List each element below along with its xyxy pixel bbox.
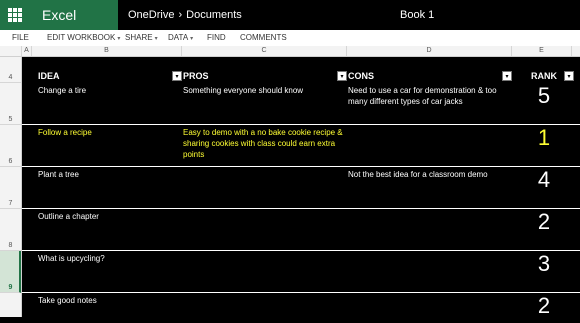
menu-share[interactable]: SHARE ▾ — [125, 30, 158, 47]
cell-rank[interactable]: 2 — [524, 295, 564, 317]
filter-dropdown-icon[interactable]: ▾ — [502, 71, 512, 81]
row-number: 8 — [8, 242, 13, 249]
menu-find[interactable]: FIND — [207, 30, 226, 46]
row-header-4[interactable]: 4 — [0, 57, 21, 83]
top-bar: Excel Online OneDrive ›Documents Book 1 — [0, 0, 580, 53]
table-row[interactable]: Take good notes 2 — [22, 293, 580, 323]
column-header-b[interactable]: B — [32, 46, 182, 56]
row-header-9[interactable]: 9 — [0, 251, 21, 293]
menu-edit-workbook[interactable]: EDIT WORKBOOK ▾ — [47, 30, 120, 47]
table-header-row: IDEA ▾ PROS ▾ CONS ▾ RANK ▾ — [22, 70, 580, 82]
column-header-e[interactable]: E — [512, 46, 572, 56]
cell-rank[interactable]: 4 — [524, 169, 564, 191]
cell-pros[interactable]: Something everyone should know — [183, 85, 343, 96]
column-header-d[interactable]: D — [347, 46, 512, 56]
row-headers: 4 5 6 7 8 9 — [0, 57, 22, 317]
cell-idea[interactable]: Change a tire — [38, 85, 178, 96]
filter-dropdown-icon[interactable]: ▾ — [337, 71, 347, 81]
row-header-6[interactable]: 6 — [0, 125, 21, 167]
menu-edit-workbook-label: EDIT WORKBOOK — [47, 33, 116, 42]
header-pros: PROS — [183, 71, 209, 81]
cell-pros[interactable]: Easy to demo with a no bake cookie recip… — [183, 127, 343, 160]
breadcrumb-onedrive[interactable]: OneDrive — [128, 9, 174, 21]
cell-rank[interactable]: 1 — [524, 127, 564, 149]
table-row[interactable]: Follow a recipe Easy to demo with a no ba… — [22, 125, 580, 167]
row-header-8[interactable]: 8 — [0, 209, 21, 251]
cell-idea[interactable]: Follow a recipe — [38, 127, 178, 138]
cell-rank[interactable]: 2 — [524, 211, 564, 233]
menu-file-label: FILE — [12, 33, 29, 42]
row-number: 4 — [8, 74, 13, 81]
filter-dropdown-icon[interactable]: ▾ — [564, 71, 574, 81]
table-row[interactable]: What is upcycling? 3 — [22, 251, 580, 293]
row-number: 6 — [8, 158, 13, 165]
cell-idea[interactable]: Outline a chapter — [38, 211, 178, 222]
cell-rank[interactable]: 5 — [524, 85, 564, 107]
breadcrumb-separator: › — [178, 9, 183, 21]
document-title[interactable]: Book 1 — [400, 0, 434, 30]
cell-rank[interactable]: 3 — [524, 253, 564, 275]
cell-idea[interactable]: Plant a tree — [38, 169, 178, 180]
filter-dropdown-icon[interactable]: ▾ — [172, 71, 182, 81]
spreadsheet-grid[interactable]: IDEA ▾ PROS ▾ CONS ▾ RANK ▾ Change a tir… — [22, 57, 580, 317]
column-headers: A B C D E — [0, 46, 580, 57]
column-header-c[interactable]: C — [182, 46, 347, 56]
row-number: 9 — [8, 284, 13, 291]
cell-cons[interactable]: Need to use a car for demonstration & to… — [348, 85, 508, 107]
breadcrumb-documents[interactable]: Documents — [186, 9, 242, 21]
cell-idea[interactable]: Take good notes — [38, 295, 178, 306]
header-cons: CONS — [348, 71, 375, 81]
app-brand[interactable]: Excel Online — [30, 0, 118, 53]
row-header-7[interactable]: 7 — [0, 167, 21, 209]
menu-comments[interactable]: COMMENTS — [240, 30, 287, 46]
menu-data-label: DATA — [168, 33, 189, 42]
header-idea: IDEA — [38, 71, 60, 81]
table-row[interactable]: Plant a tree Not the best idea for a clas… — [22, 167, 580, 209]
ribbon-menu: FILE EDIT WORKBOOK ▾ SHARE ▾ DATA ▾ FIND CO… — [0, 30, 580, 46]
header-rank: RANK — [531, 71, 557, 81]
menu-share-label: SHARE — [125, 33, 153, 42]
row-number: 7 — [8, 200, 13, 207]
breadcrumb: OneDrive › Documents — [128, 0, 242, 30]
table-row[interactable]: Change a tire Something everyone should k… — [22, 83, 580, 125]
column-header-a[interactable]: A — [22, 46, 32, 56]
chevron-down-icon: ▾ — [190, 36, 194, 42]
chevron-down-icon: ▾ — [154, 36, 158, 42]
app-launcher-icon[interactable] — [0, 0, 30, 30]
table-row[interactable]: Outline a chapter 2 — [22, 209, 580, 251]
chevron-down-icon: ▾ — [117, 36, 121, 42]
menu-file[interactable]: FILE — [12, 30, 29, 46]
cell-idea[interactable]: What is upcycling? — [38, 253, 178, 264]
row-number: 5 — [8, 116, 13, 123]
select-all-corner[interactable] — [0, 46, 22, 56]
menu-comments-label: COMMENTS — [240, 33, 287, 42]
row-header-5[interactable]: 5 — [0, 83, 21, 125]
menu-find-label: FIND — [207, 33, 226, 42]
menu-data[interactable]: DATA ▾ — [168, 30, 193, 47]
cell-cons[interactable]: Not the best idea for a classroom demo — [348, 169, 508, 180]
